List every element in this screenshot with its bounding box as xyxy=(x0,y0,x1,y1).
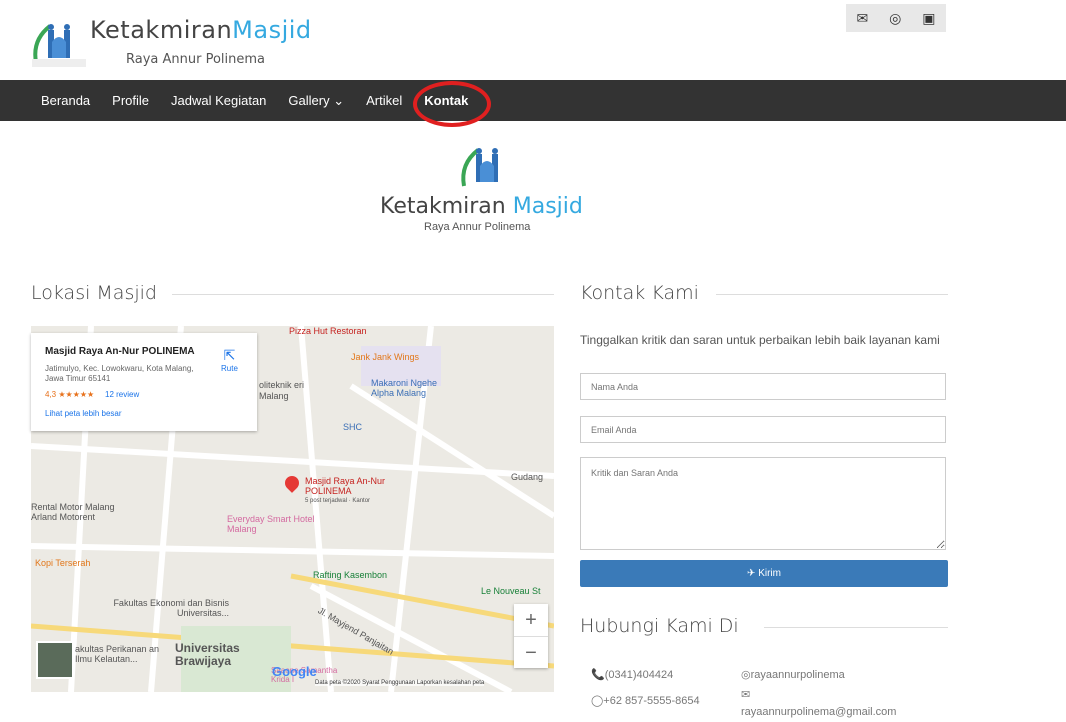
place-reviews-link[interactable]: 12 review xyxy=(105,390,139,399)
contact-intro-text: Tinggalkan kritik dan saran untuk perbai… xyxy=(580,333,940,347)
place-rating: 4,3 ★★★★★ xyxy=(45,390,95,399)
contact-divider xyxy=(716,294,948,295)
center-brand-accent: Masjid xyxy=(512,194,583,219)
instagram-contact[interactable]: ◎rayaannurpolinema xyxy=(741,668,845,681)
map-zoom-control: + − xyxy=(514,604,548,668)
center-mosque-logo-icon xyxy=(461,148,498,187)
nav-item-gallery[interactable]: Gallery ⌄ xyxy=(288,93,344,109)
email-contact[interactable]: rayaannurpolinema@gmail.com xyxy=(741,706,896,718)
submit-button[interactable]: ✈ Kirim xyxy=(580,560,948,587)
brand-subtitle: Raya Annur Polinema xyxy=(126,52,266,67)
map-label-pizza: Pizza Hut Restoran xyxy=(289,326,367,336)
map-label-jank: Jank Jank Wings xyxy=(351,352,420,362)
brand-main: Ketakmiran xyxy=(90,16,233,44)
route-label: Rute xyxy=(221,364,238,373)
highlight-circle xyxy=(413,81,491,127)
reach-title: Hubungi Kami Di xyxy=(580,615,739,637)
zoom-in-button[interactable]: + xyxy=(514,604,548,637)
map-label-rental: Rental Motor Malang Arland Motorent xyxy=(31,502,115,522)
directions-icon: ⇱ xyxy=(223,347,236,363)
map-marker-note: 5 post terjadwal · Kantor xyxy=(305,498,371,504)
youtube-icon[interactable]: ▣ xyxy=(922,10,935,27)
google-logo: Google xyxy=(272,664,317,679)
whatsapp-contact[interactable]: ◯+62 857-5555-8654 xyxy=(591,694,700,707)
map-marker-label: Masjid Raya An-Nur POLINEMA xyxy=(305,476,386,496)
nav-item-artikel[interactable]: Artikel xyxy=(366,93,402,108)
bigger-map-link[interactable]: Lihat peta lebih besar xyxy=(45,409,122,418)
map-label-everyday: Everyday Smart Hotel Malang xyxy=(227,514,315,534)
message-textarea[interactable] xyxy=(580,457,946,550)
mosque-logo-icon[interactable] xyxy=(30,12,88,68)
location-title: Lokasi Masjid xyxy=(31,282,157,304)
main-navbar: Beranda Profile Jadwal Kegiatan Gallery … xyxy=(0,80,1066,121)
contact-form-title: Kontak Kami xyxy=(580,282,699,304)
zoom-out-button[interactable]: − xyxy=(514,637,548,669)
map-label-rafting: Rafting Kasembon xyxy=(313,570,388,580)
phone-contact[interactable]: 📞(0341)404424 xyxy=(591,668,673,681)
mail-icon[interactable]: ✉ xyxy=(856,10,868,27)
top-header: KetakmiranMasjid Raya Annur Polinema ✉ ◎… xyxy=(0,0,1066,78)
email-input[interactable] xyxy=(580,416,946,443)
brand-accent: Masjid xyxy=(232,16,312,44)
map-label-ub: Universitas Brawijaya xyxy=(175,641,240,668)
nav-item-beranda[interactable]: Beranda xyxy=(41,93,90,108)
map-label-shc: SHC xyxy=(343,422,363,432)
map-label-politeknik: oliteknik eri Malang xyxy=(259,380,305,401)
site-brand[interactable]: KetakmiranMasjid xyxy=(90,16,312,44)
center-brand: Ketakmiran Masjid xyxy=(380,194,583,219)
place-address: Jatimulyo, Kec. Lowokwaru, Kota Malang, … xyxy=(45,364,194,383)
center-brand-main: Ketakmiran xyxy=(380,194,506,219)
map-label-ekonomi: Fakultas Ekonomi dan Bisnis Universitas.… xyxy=(113,598,229,618)
center-brand-subtitle: Raya Annur Polinema xyxy=(424,221,531,233)
nav-item-profile[interactable]: Profile xyxy=(112,93,149,108)
map-label-kopi: Kopi Terserah xyxy=(35,558,91,568)
social-links: ✉ ◎ ▣ xyxy=(846,4,946,32)
reach-divider xyxy=(764,627,948,628)
mail-icon-contact: ✉ xyxy=(741,689,751,701)
map-attribution[interactable]: Data peta ©2020 Syarat Penggunaan Lapork… xyxy=(315,680,485,686)
name-input[interactable] xyxy=(580,373,946,400)
map-label-nouveau: Le Nouveau St xyxy=(481,586,541,596)
route-button[interactable]: ⇱ Rute xyxy=(221,347,238,373)
place-name: Masjid Raya An-Nur POLINEMA xyxy=(45,346,195,357)
map-label-makaroni: Makaroni Ngehe Alpha Malang xyxy=(371,378,438,398)
map-label-perikanan: akultas Perikanan an Ilmu Kelautan... xyxy=(75,644,160,664)
location-divider xyxy=(172,294,554,295)
instagram-icon[interactable]: ◎ xyxy=(889,10,901,27)
nav-item-jadwal-kegiatan[interactable]: Jadwal Kegiatan xyxy=(171,93,266,108)
map-info-card: Masjid Raya An-Nur POLINEMA Jatimulyo, K… xyxy=(31,333,257,431)
satellite-toggle-thumbnail[interactable] xyxy=(36,641,74,679)
map-label-gudang: Gudang xyxy=(511,472,544,482)
